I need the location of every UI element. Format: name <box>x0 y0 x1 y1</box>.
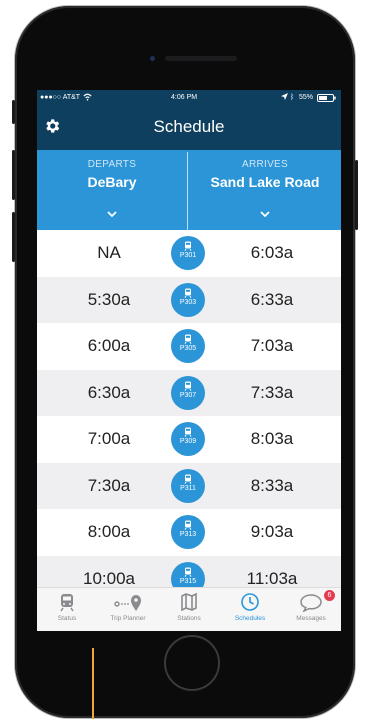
arrives-caption: ARRIVES <box>241 159 288 170</box>
schedule-row[interactable]: 7:30a P311 8:33a <box>37 462 341 509</box>
location-arrow-icon <box>281 93 288 102</box>
depart-time: 6:30a <box>87 382 131 402</box>
train-badge[interactable]: P311 <box>171 468 205 503</box>
train-number: P311 <box>180 484 196 492</box>
depart-time: 7:00a <box>87 429 131 448</box>
schedule-row[interactable]: 6:00a P305 7:03a <box>37 323 341 370</box>
header-divider <box>187 152 188 230</box>
tab-bar: Status Trip Planner Stations Schedules M… <box>37 587 341 631</box>
tab-status[interactable]: Status <box>37 592 97 622</box>
train-icon <box>184 288 192 298</box>
speaker <box>165 56 237 61</box>
power-button <box>355 160 358 230</box>
battery-percent: 55% <box>299 94 314 101</box>
train-icon <box>184 241 192 251</box>
tab-label: Messages <box>296 615 326 622</box>
train-number: P303 <box>179 298 197 306</box>
arrive-time: 8:03a <box>250 429 294 448</box>
volume-up-button <box>12 150 15 200</box>
departs-caption: DEPARTS <box>87 159 137 170</box>
departs-selector[interactable]: DEPARTS DeBary <box>37 150 187 230</box>
map-icon <box>181 592 197 612</box>
status-bar: ●●●○○ AT&T 4:06 PM ᛒ 55% <box>37 90 341 107</box>
chevron-down-icon <box>107 211 117 218</box>
train-number: P313 <box>179 531 197 538</box>
camera <box>150 56 155 61</box>
tab-trip-planner[interactable]: Trip Planner <box>98 592 158 622</box>
schedule-list[interactable]: NA P301 6:03a 5:30a P303 6:33a 6:00a P30… <box>37 230 341 602</box>
tab-label: Schedules <box>234 615 266 622</box>
train-number: P315 <box>179 577 197 585</box>
route-header: DEPARTS DeBary ARRIVES Sand Lake Road <box>37 150 341 230</box>
depart-time: 6:00a <box>87 336 131 355</box>
status-time: 4:06 PM <box>171 94 198 101</box>
volume-down-button <box>12 212 15 262</box>
train-icon <box>184 520 192 530</box>
train-icon <box>184 334 192 344</box>
mute-switch <box>12 100 15 124</box>
train-badge[interactable]: P309 <box>171 422 205 456</box>
depart-time: 7:30a <box>87 475 131 495</box>
train-icon <box>184 567 192 577</box>
train-badge[interactable]: P301 <box>171 236 205 270</box>
train-icon <box>184 474 192 484</box>
arrives-selector[interactable]: ARRIVES Sand Lake Road <box>189 150 341 230</box>
route-pin-icon <box>114 595 141 611</box>
chat-bubble-icon <box>300 594 322 612</box>
wifi-icon <box>83 93 92 103</box>
train-icon <box>60 594 74 612</box>
tab-label: Stations <box>177 615 201 622</box>
train-badge[interactable]: P307 <box>171 375 205 410</box>
message-count-badge: 6 <box>324 590 335 601</box>
train-number: P301 <box>179 252 197 259</box>
schedule-row[interactable]: 5:30a P303 6:33a <box>37 276 341 323</box>
arrive-time: 11:03a <box>246 568 298 588</box>
schedule-row[interactable]: 6:30a P307 7:33a <box>37 369 341 416</box>
arrive-time: 6:33a <box>250 289 294 309</box>
tab-schedules[interactable]: Schedules <box>220 592 280 622</box>
arrives-station: Sand Lake Road <box>210 174 320 190</box>
home-button[interactable] <box>164 635 220 691</box>
arrive-time: 7:03a <box>250 336 294 355</box>
tab-stations[interactable]: Stations <box>159 592 219 622</box>
train-icon <box>184 381 192 391</box>
train-badge[interactable]: P305 <box>171 329 205 363</box>
arrive-time: 7:33a <box>250 382 294 402</box>
schedule-row[interactable]: NA P301 6:03a <box>37 230 341 277</box>
schedule-row[interactable]: 8:00a P313 9:03a <box>37 509 341 556</box>
nav-bar: Schedule <box>37 107 341 150</box>
arrive-time: 6:03a <box>250 243 294 262</box>
depart-time: 10:00a <box>83 568 135 588</box>
train-icon <box>184 427 192 437</box>
depart-time: NA <box>97 243 121 262</box>
depart-time: 5:30a <box>87 289 131 309</box>
orange-marker-line <box>92 648 94 719</box>
train-badge[interactable]: P303 <box>171 282 205 317</box>
arrive-time: 8:33a <box>250 475 294 495</box>
train-badge[interactable]: P313 <box>171 515 205 549</box>
page-title: Schedule <box>153 117 225 136</box>
carrier-signal: ●●●○○ AT&T <box>40 94 81 101</box>
arrive-time: 9:03a <box>250 522 294 541</box>
bluetooth-icon: ᛒ <box>290 94 295 101</box>
tab-label: Trip Planner <box>110 615 146 622</box>
tab-label: Status <box>57 615 77 622</box>
schedule-row[interactable]: 7:00a P309 8:03a <box>37 416 341 463</box>
battery-icon <box>317 94 336 104</box>
chevron-down-icon <box>260 211 270 218</box>
depart-time: 8:00a <box>87 522 131 541</box>
train-number: P309 <box>179 438 197 445</box>
train-number: P305 <box>179 345 197 352</box>
departs-station: DeBary <box>87 174 137 190</box>
app-screen: ●●●○○ AT&T 4:06 PM ᛒ 55% Schedule DEPART… <box>37 90 341 631</box>
train-number: P307 <box>179 391 197 399</box>
clock-icon <box>241 593 259 611</box>
